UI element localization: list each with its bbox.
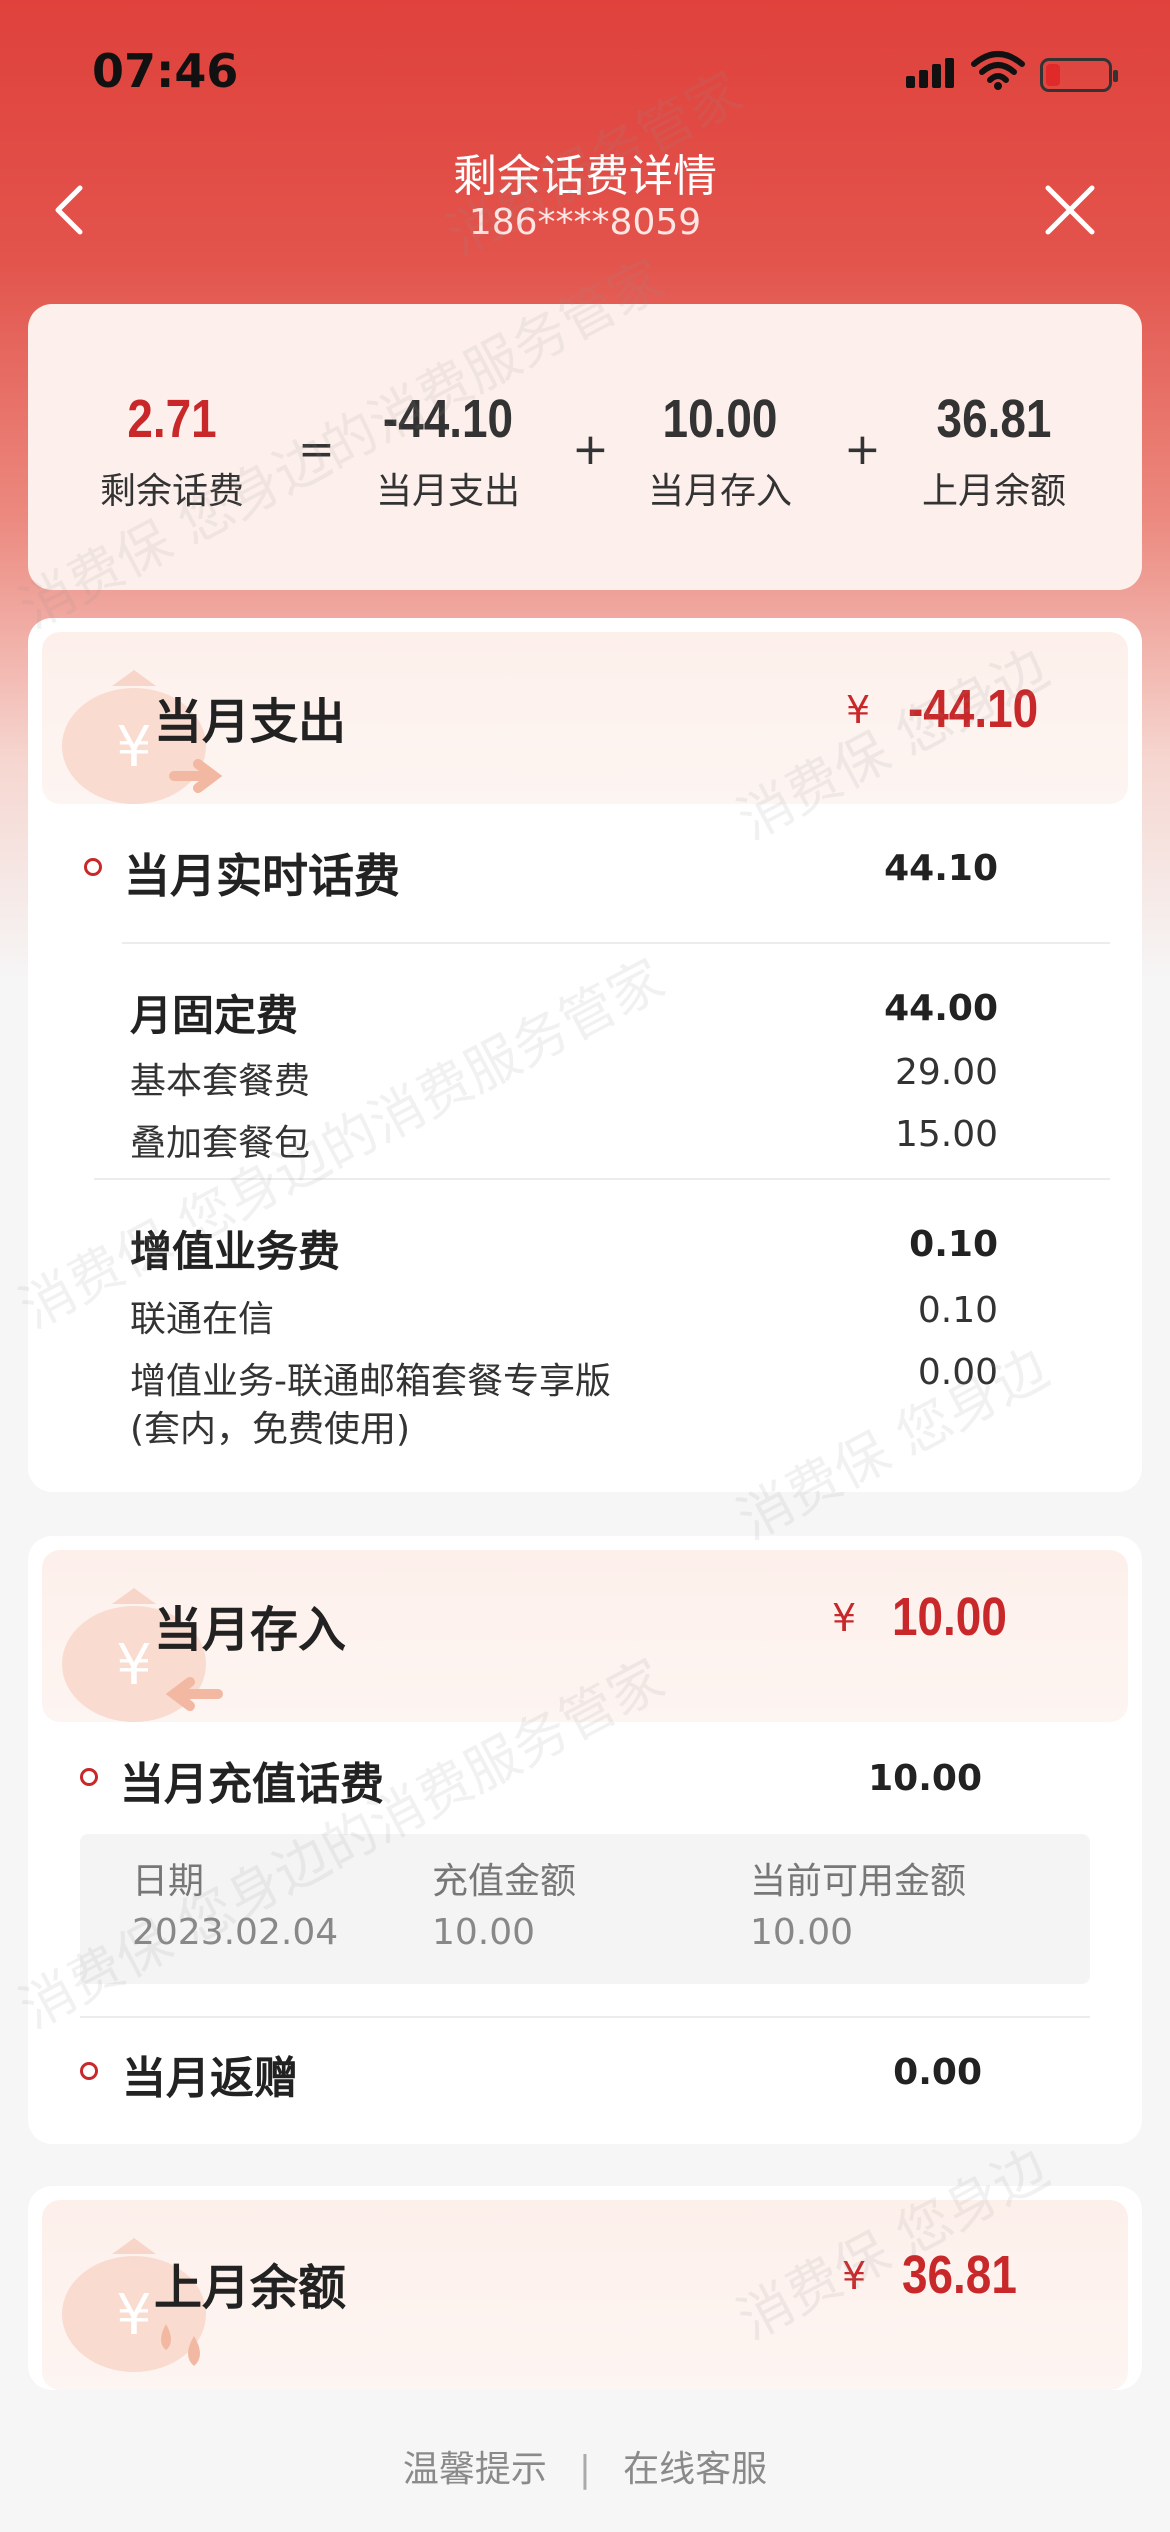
fixed-fee-title: 月固定费: [130, 991, 299, 1040]
deposit-card-title: 当月存入: [154, 1602, 347, 1658]
balance-summary-card: 2.71 剩余话费 = -44.10 当月支出 + 10.00 当月存入 + 3…: [28, 304, 1142, 590]
divider: [122, 942, 1110, 944]
expense-card-header: ¥ 当月支出 ¥ -44.10: [42, 632, 1128, 804]
online-service-link[interactable]: 在线客服: [623, 2440, 767, 2492]
last-balance-card-header: ¥ 上月余额 ¥ 36.81: [42, 2200, 1128, 2390]
deposit-card: ¥ 当月存入 ¥ 10.00 当月充值话费 10.00 日期 充值金额 当前可用…: [28, 1536, 1142, 2144]
fee-item-value: 0.00: [917, 1352, 998, 1393]
summary-deposit: 10.00 当月存入: [620, 388, 820, 514]
battery-icon: [1040, 58, 1118, 92]
summary-last-balance-value: 36.81: [936, 389, 1052, 449]
close-icon[interactable]: [1040, 180, 1100, 240]
currency-symbol: ¥: [846, 688, 871, 732]
footer-links: 温馨提示 | 在线客服: [0, 2440, 1170, 2492]
summary-expense: -44.10 当月支出: [348, 388, 548, 514]
bullet-dot: [80, 1768, 98, 1786]
tips-link[interactable]: 温馨提示: [403, 2440, 547, 2492]
equals-sign: =: [298, 424, 335, 475]
fee-item-label: 增值业务-联通邮箱套餐专享版: [130, 1361, 611, 1402]
bullet-dot: [84, 858, 102, 876]
svg-text:¥: ¥: [116, 715, 152, 780]
summary-expense-value: -44.10: [382, 389, 514, 449]
recharge-value: 10.00: [868, 1758, 982, 1799]
fee-item-value: 29.00: [894, 1052, 998, 1093]
expense-card: ¥ 当月支出 ¥ -44.10 当月实时话费 44.10 月固定费 44.00 …: [28, 618, 1142, 1492]
vas-fee-total: 0.10: [909, 1224, 998, 1265]
status-bar: 07:46: [0, 0, 1170, 150]
wifi-icon: [971, 51, 1025, 90]
fixed-fee-total: 44.00: [884, 988, 998, 1029]
fee-item-label: 联通在信: [130, 1299, 275, 1340]
currency-symbol: ¥: [842, 2254, 867, 2298]
page-title: 剩余话费详情: [453, 151, 717, 202]
realtime-fee-label: 当月实时话费: [124, 849, 400, 903]
vas-fee-title: 增值业务费: [130, 1227, 341, 1276]
fee-item-note: (套内，免费使用): [130, 1409, 411, 1450]
phone-number: 186****8059: [468, 202, 702, 243]
last-balance-card-title: 上月余额: [154, 2260, 347, 2316]
summary-remaining-label: 剩余话费: [99, 471, 244, 512]
summary-remaining-value: 2.71: [127, 389, 217, 449]
svg-text:¥: ¥: [116, 1633, 152, 1698]
summary-remaining: 2.71 剩余话费: [72, 388, 272, 514]
rebate-value: 0.00: [893, 2052, 982, 2093]
table-cell-amount: 10.00: [432, 1912, 536, 1953]
fee-item-value: 0.10: [917, 1290, 998, 1331]
summary-last-balance-label: 上月余额: [921, 471, 1066, 512]
summary-deposit-value: 10.00: [662, 389, 778, 449]
divider: [80, 2016, 1090, 2018]
table-cell-date: 2023.02.04: [132, 1912, 339, 1953]
divider: [94, 1178, 1110, 1180]
status-time: 07:46: [92, 44, 239, 98]
deposit-card-amount: 10.00: [892, 1587, 1007, 1647]
plus-sign: +: [572, 424, 609, 475]
currency-symbol: ¥: [832, 1596, 857, 1640]
svg-text:¥: ¥: [116, 2283, 152, 2348]
summary-last-balance: 36.81 上月余额: [894, 388, 1094, 514]
summary-deposit-label: 当月存入: [647, 471, 792, 512]
expense-card-amount: -44.10: [908, 679, 1039, 739]
deposit-card-header: ¥ 当月存入 ¥ 10.00: [42, 1550, 1128, 1722]
fee-item-value: 15.00: [894, 1114, 998, 1155]
cellular-signal-icon: [906, 58, 958, 88]
recharge-label: 当月充值话费: [120, 1759, 384, 1810]
summary-expense-label: 当月支出: [375, 471, 520, 512]
rebate-label: 当月返赠: [122, 2053, 298, 2104]
fee-item-label: 叠加套餐包: [130, 1123, 311, 1164]
bullet-dot: [80, 2062, 98, 2080]
last-balance-card-amount: 36.81: [902, 2245, 1017, 2305]
realtime-fee-value: 44.10: [884, 848, 998, 889]
fee-item-label: 基本套餐费: [130, 1061, 311, 1102]
recharge-record-table: 日期 充值金额 当前可用金额 2023.02.04 10.00 10.00: [80, 1834, 1090, 1984]
plus-sign: +: [844, 424, 881, 475]
table-header-available: 当前可用金额: [750, 1861, 967, 1902]
last-balance-card: ¥ 上月余额 ¥ 36.81: [28, 2186, 1142, 2390]
expense-card-title: 当月支出: [154, 694, 347, 750]
table-cell-available: 10.00: [750, 1912, 854, 1953]
table-header-date: 日期: [132, 1861, 205, 1902]
table-header-amount: 充值金额: [432, 1861, 577, 1902]
footer-separator: |: [578, 2449, 592, 2490]
